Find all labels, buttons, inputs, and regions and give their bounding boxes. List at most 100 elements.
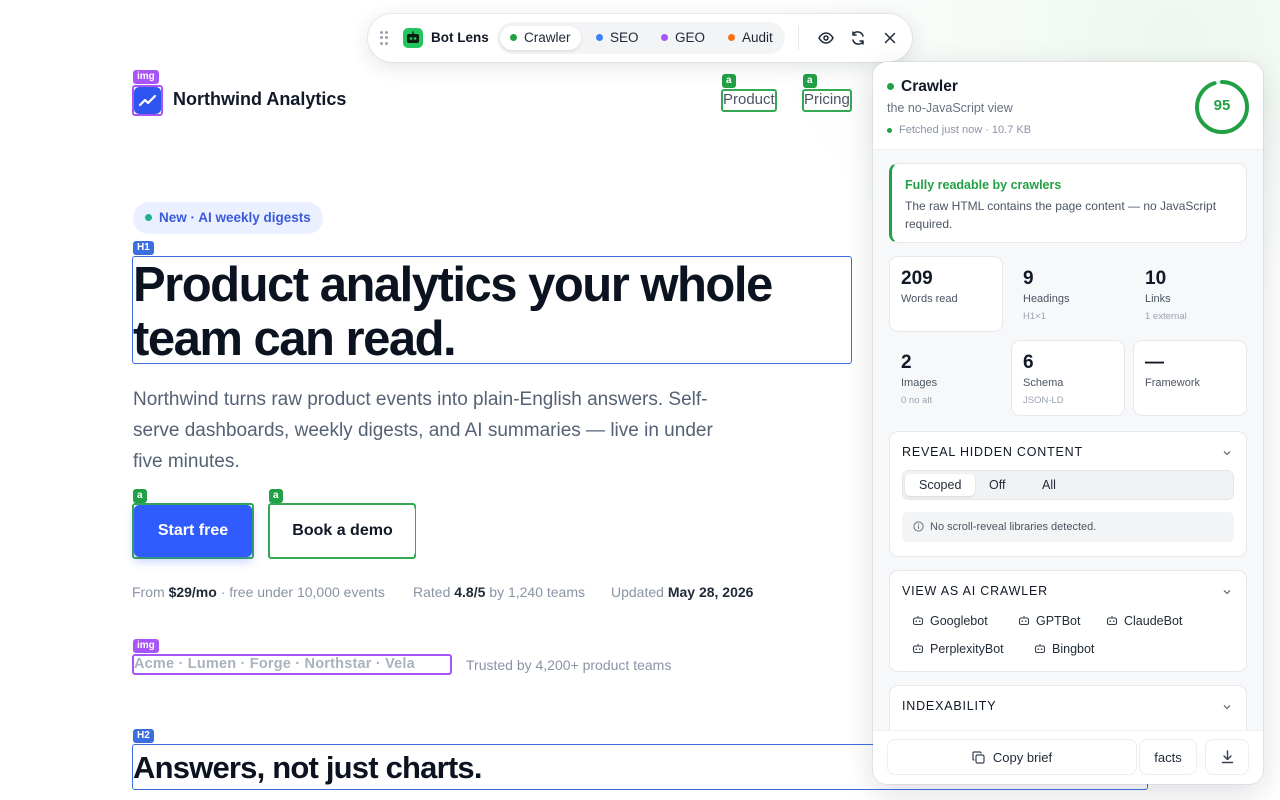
price-prefix: From <box>132 584 165 600</box>
updated-prefix: Updated <box>611 584 664 600</box>
close-icon[interactable] <box>882 30 898 46</box>
copy-brief-label: Copy brief <box>992 749 1053 765</box>
download-button[interactable] <box>1205 739 1249 775</box>
mode-label: Crawler <box>524 30 571 45</box>
segment-scoped[interactable]: Scoped <box>905 474 976 496</box>
price-value: $29/mo <box>168 584 217 600</box>
pricing-meta: From $29/mo · free under 10,000 events <box>132 584 385 600</box>
book-demo-button[interactable]: Book a demo <box>270 505 415 557</box>
price-suffix: · free under 10,000 events <box>220 584 385 600</box>
customer-logos: Acme · Lumen · Forge · Northstar · Vela <box>134 656 415 672</box>
nav-product-link[interactable]: Product <box>723 91 775 108</box>
crawler-label: PerplexityBot <box>930 642 1004 656</box>
img-overlay-tag: img <box>133 639 159 653</box>
toolbar-title: Bot Lens <box>431 30 489 45</box>
panel-title: Crawler <box>901 78 958 95</box>
crawler-label: GPTBot <box>1036 614 1081 628</box>
crawler-label: Googlebot <box>930 614 988 628</box>
chevron-down-icon[interactable] <box>1222 702 1232 712</box>
stat-value: — <box>1145 352 1164 373</box>
fetch-status-dot <box>887 128 892 133</box>
mode-seo[interactable]: SEO <box>596 26 639 50</box>
link-overlay-tag: a <box>269 489 283 503</box>
nav-pricing-link[interactable]: Pricing <box>804 91 850 108</box>
stat-value: 6 <box>1023 352 1034 373</box>
mode-geo[interactable]: GEO <box>661 26 705 50</box>
readability-text: The raw HTML contains the page content —… <box>905 199 1217 231</box>
download-icon <box>1221 750 1233 764</box>
crawler-label: Bingbot <box>1052 642 1095 656</box>
announcement-badge[interactable]: New · AI weekly digests <box>133 202 323 234</box>
info-icon <box>913 521 924 532</box>
chevron-down-icon[interactable] <box>1222 448 1232 458</box>
mode-audit[interactable]: Audit <box>728 26 773 50</box>
bot-icon <box>912 644 924 654</box>
status-dot <box>145 214 152 221</box>
reveal-hidden-section: REVEAL HIDDEN CONTENT Scoped Off All No … <box>889 431 1247 557</box>
stat-value: 209 <box>901 268 933 289</box>
refresh-icon[interactable] <box>850 30 866 46</box>
segment-off[interactable]: Off <box>975 474 1019 496</box>
readability-card: Fully readable by crawlers The raw HTML … <box>889 163 1247 243</box>
img-overlay-tag: img <box>133 70 159 84</box>
status-dot <box>887 83 894 90</box>
rating-meta: Rated 4.8/5 by 1,240 teams <box>413 584 585 600</box>
brand-logo[interactable] <box>134 87 161 114</box>
crawler-label: ClaudeBot <box>1124 614 1183 628</box>
announcement-text: New · AI weekly digests <box>159 210 311 225</box>
rating-suffix: by 1,240 teams <box>489 584 586 600</box>
view-as-crawler-section: VIEW AS AI CRAWLER Googlebot GPTBot Clau… <box>889 570 1247 672</box>
reveal-note-text: No scroll-reveal libraries detected. <box>930 521 1097 533</box>
stat-words: 209 Words read <box>889 256 1003 332</box>
fetch-status: Fetched just now · 10.7 KB <box>899 124 1032 136</box>
eye-icon[interactable] <box>818 30 834 46</box>
stat-label: Headings <box>1023 293 1070 305</box>
section-heading[interactable]: REVEAL HIDDEN CONTENT <box>902 445 1083 459</box>
stat-links: 10 Links 1 external <box>1133 256 1247 332</box>
stat-headings: 9 Headings H1×1 <box>1011 256 1125 332</box>
stat-label: Links <box>1145 293 1171 305</box>
brand-name[interactable]: Northwind Analytics <box>173 89 346 110</box>
panel-body: Fully readable by crawlers The raw HTML … <box>873 150 1263 730</box>
section-heading[interactable]: VIEW AS AI CRAWLER <box>902 584 1048 598</box>
crawler-googlebot[interactable]: Googlebot <box>912 613 988 629</box>
bot-lens-toolbar: Bot Lens Crawler SEO GEO Audit <box>368 14 912 62</box>
crawler-gptbot[interactable]: GPTBot <box>1018 613 1080 629</box>
section-heading: Answers, not just charts. <box>133 750 482 785</box>
stat-sub: 1 external <box>1145 311 1187 322</box>
stat-label: Schema <box>1023 377 1064 389</box>
rating-value: 4.8/5 <box>454 584 486 600</box>
stat-value: 10 <box>1145 268 1167 289</box>
drag-handle-icon[interactable] <box>380 31 388 45</box>
chevron-down-icon[interactable] <box>1222 587 1232 597</box>
stat-label: Framework <box>1145 377 1201 389</box>
stat-sub: JSON-LD <box>1023 395 1064 406</box>
mode-label: GEO <box>675 30 706 45</box>
mode-switcher: Crawler SEO GEO Audit <box>497 22 785 54</box>
section-heading[interactable]: INDEXABILITY <box>902 699 996 713</box>
trusted-by-text: Trusted by 4,200+ product teams <box>466 657 672 673</box>
mode-label: Audit <box>742 30 773 45</box>
updated-meta: Updated May 28, 2026 <box>611 584 753 600</box>
toolbar-divider <box>798 26 799 50</box>
stat-sub: 0 no alt <box>901 395 933 406</box>
stat-value: 2 <box>901 352 912 373</box>
crawler-bingbot[interactable]: Bingbot <box>1034 641 1094 657</box>
crawler-perplexitybot[interactable]: PerplexityBot <box>912 641 1004 657</box>
readability-title: Fully readable by crawlers <box>905 178 1062 192</box>
start-free-button[interactable]: Start free <box>134 505 252 557</box>
stat-schema: 6 Schema JSON-LD <box>1011 340 1125 416</box>
bot-icon <box>912 616 924 626</box>
mode-crawler[interactable]: Crawler <box>500 26 581 50</box>
stat-label: Words read <box>901 293 958 305</box>
stat-label: Images <box>901 377 938 389</box>
mode-label: SEO <box>610 30 639 45</box>
crawler-claudebot[interactable]: ClaudeBot <box>1106 613 1182 629</box>
facts-button[interactable]: facts <box>1139 739 1197 775</box>
link-overlay-tag: a <box>803 74 817 88</box>
panel-subtitle: the no-JavaScript view <box>887 101 1013 115</box>
panel-footer: Copy brief facts <box>873 730 1263 784</box>
rating-prefix: Rated <box>413 584 451 600</box>
segment-all[interactable]: All <box>1028 474 1070 496</box>
copy-brief-button[interactable]: Copy brief <box>887 739 1137 775</box>
